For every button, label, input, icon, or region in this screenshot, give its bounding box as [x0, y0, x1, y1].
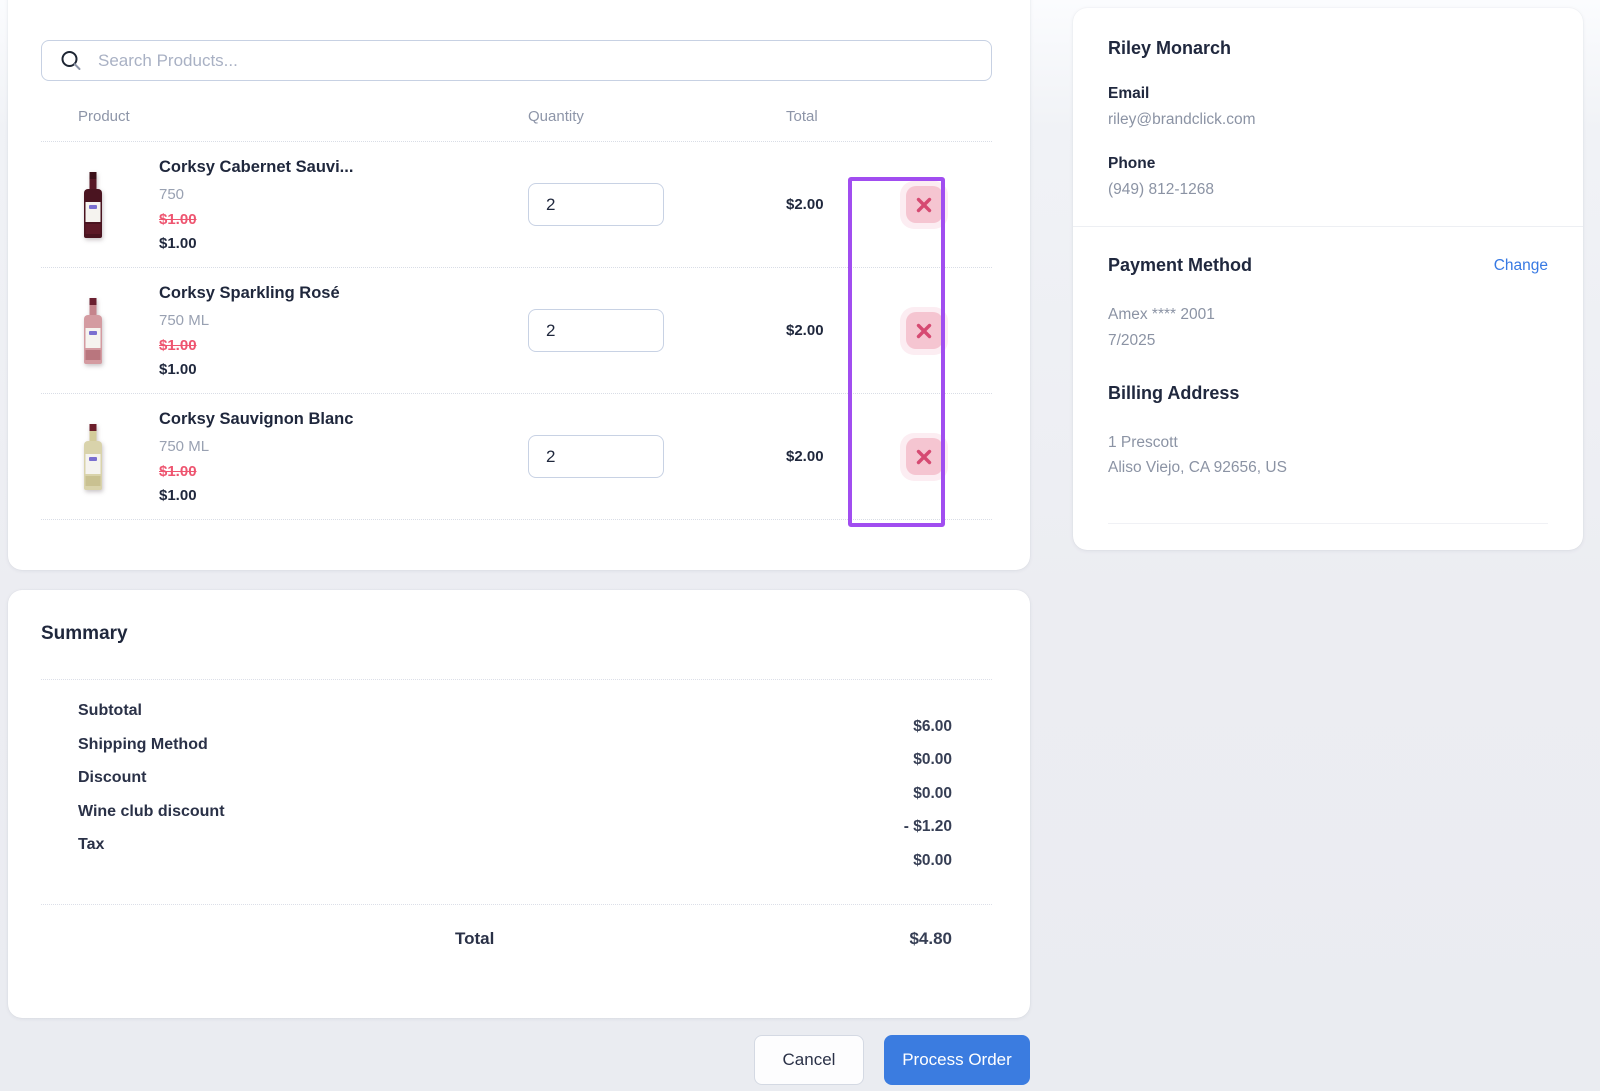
summary-row: Tax $0.00	[41, 836, 992, 870]
divider	[1073, 226, 1583, 227]
product-title: Corksy Sparkling Rosé	[159, 283, 340, 302]
summary-row: Shipping Method $0.00	[41, 736, 992, 770]
quantity-input[interactable]	[528, 183, 664, 226]
column-header-quantity: Quantity	[528, 108, 584, 125]
summary-value: $0.00	[913, 751, 952, 769]
summary-total-row: Total $4.80	[41, 929, 992, 949]
email-group: Email riley@brandclick.com	[1108, 85, 1548, 129]
table-row: Corksy Sauvignon Blanc 750 ML $1.00 $1.0…	[41, 394, 992, 520]
product-size: 750	[159, 185, 185, 203]
column-header-total: Total	[786, 108, 818, 125]
summary-value: $0.00	[913, 784, 952, 802]
phone-label: Phone	[1108, 155, 1156, 172]
divider	[41, 679, 992, 680]
row-total: $2.00	[786, 448, 824, 465]
process-order-button[interactable]: Process Order	[884, 1035, 1030, 1085]
x-icon	[916, 197, 932, 212]
summary-value: $0.00	[913, 851, 952, 869]
cancel-button[interactable]: Cancel	[754, 1035, 864, 1085]
delete-item-button[interactable]	[905, 312, 943, 349]
summary-title: Summary	[41, 623, 128, 644]
product-title: Corksy Cabernet Sauvi...	[159, 157, 354, 176]
payment-method-title: Payment Method	[1108, 255, 1253, 275]
product-price: $1.00	[159, 486, 197, 504]
summary-label: Wine club discount	[78, 802, 225, 820]
quantity-input[interactable]	[528, 435, 664, 478]
product-price: $1.00	[159, 234, 197, 252]
search-bar	[41, 40, 992, 81]
summary-label: Subtotal	[78, 702, 142, 719]
table-header-row: Product Quantity Total	[41, 108, 992, 142]
summary-row: Wine club discount - $1.20	[41, 803, 992, 837]
product-size: 750 ML	[159, 437, 210, 455]
product-size: 750 ML	[159, 311, 210, 329]
wine-bottle-icon	[76, 297, 110, 364]
summary-row: Discount $0.00	[41, 769, 992, 803]
product-image	[41, 297, 159, 364]
product-title: Corksy Sauvignon Blanc	[159, 409, 354, 428]
wine-bottle-icon	[76, 423, 110, 490]
summary-value: - $1.20	[903, 818, 952, 836]
delete-button-halo	[900, 306, 948, 355]
customer-sidebar-card: Riley Monarch Email riley@brandclick.com…	[1073, 8, 1583, 550]
change-payment-link[interactable]: Change	[1494, 257, 1548, 275]
email-label: Email	[1108, 85, 1150, 102]
x-icon	[916, 323, 932, 338]
email-value: riley@brandclick.com	[1108, 111, 1256, 128]
delete-item-button[interactable]	[905, 186, 943, 223]
product-image	[41, 171, 159, 238]
row-total: $2.00	[786, 322, 824, 339]
table-row: Corksy Cabernet Sauvi... 750 $1.00 $1.00…	[41, 142, 992, 268]
wine-bottle-icon	[76, 171, 110, 238]
quantity-input[interactable]	[528, 309, 664, 352]
row-total: $2.00	[786, 196, 824, 213]
column-header-product: Product	[78, 108, 130, 125]
product-old-price: $1.00	[159, 462, 197, 480]
summary-row: Subtotal $6.00	[41, 702, 992, 736]
summary-label: Discount	[78, 769, 147, 787]
billing-address-line2: Aliso Viejo, CA 92656, US	[1108, 459, 1287, 476]
customer-name: Riley Monarch	[1108, 38, 1232, 58]
total-value: $4.80	[909, 928, 952, 948]
products-card: Product Quantity Total Corksy Cabernet S…	[8, 0, 1030, 570]
search-input[interactable]	[98, 50, 991, 71]
delete-button-halo	[900, 180, 948, 229]
summary-label: Shipping Method	[78, 735, 208, 753]
card-number: Amex **** 2001	[1108, 306, 1215, 323]
card-expiry: 7/2025	[1108, 332, 1156, 349]
phone-value: (949) 812-1268	[1108, 181, 1214, 198]
phone-group: Phone (949) 812-1268	[1108, 155, 1548, 199]
summary-card: Summary Subtotal $6.00 Shipping Method $…	[8, 590, 1030, 1018]
product-old-price: $1.00	[159, 210, 197, 228]
delete-item-button[interactable]	[905, 438, 943, 475]
summary-label: Tax	[78, 836, 105, 854]
summary-value: $6.00	[913, 717, 952, 735]
product-old-price: $1.00	[159, 336, 197, 354]
billing-address-title: Billing Address	[1108, 383, 1240, 403]
x-icon	[916, 449, 932, 464]
total-label: Total	[455, 928, 495, 948]
divider	[41, 903, 992, 905]
search-icon	[61, 50, 81, 70]
divider	[1108, 523, 1548, 524]
billing-address-line1: 1 Prescott	[1108, 434, 1178, 451]
product-image	[41, 423, 159, 490]
product-price: $1.00	[159, 360, 197, 378]
delete-button-halo	[900, 432, 948, 481]
table-row: Corksy Sparkling Rosé 750 ML $1.00 $1.00…	[41, 268, 992, 394]
